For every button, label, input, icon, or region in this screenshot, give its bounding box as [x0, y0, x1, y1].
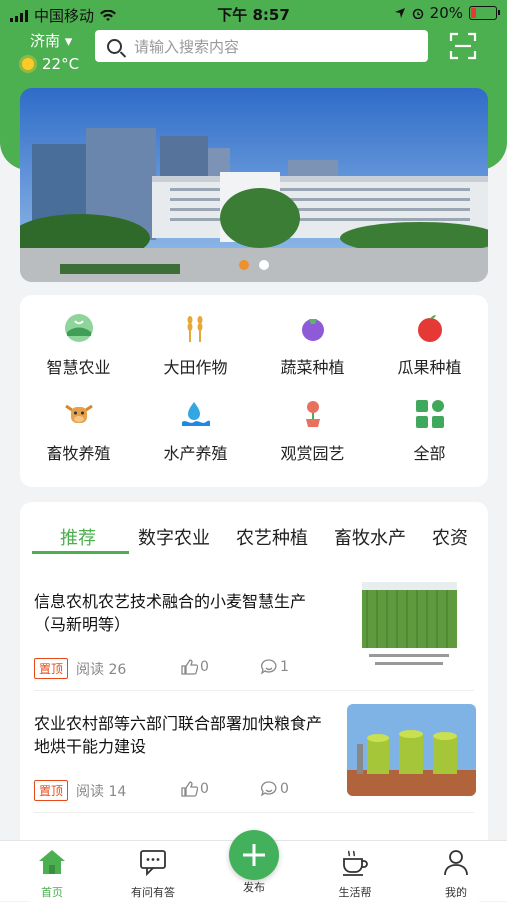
tab-agri-supplies[interactable]: 农资 — [432, 524, 468, 550]
pinned-badge: 置顶 — [34, 780, 69, 801]
grid-icon — [415, 400, 444, 428]
search-icon — [107, 38, 122, 54]
category-label: 水产养殖 — [163, 444, 228, 463]
category-all[interactable]: 全部 — [371, 398, 488, 464]
tab-livestock-aquatic[interactable]: 畜牧水产 — [334, 524, 406, 550]
carousel-indicator — [20, 260, 488, 270]
category-livestock[interactable]: 畜牧养殖 — [20, 398, 137, 464]
category-horticulture[interactable]: 观赏园艺 — [254, 398, 371, 464]
apple-icon — [417, 315, 442, 342]
tab-publish[interactable]: 发布 — [214, 879, 294, 895]
search-placeholder: 请输入搜索内容 — [134, 37, 240, 56]
tab-digital-agriculture[interactable]: 数字农业 — [138, 524, 210, 550]
eggplant-icon — [301, 319, 324, 341]
read-count: 阅读 26 — [76, 661, 127, 678]
coffee-icon — [343, 850, 368, 876]
category-smart-agriculture[interactable]: 智慧农业 — [20, 312, 137, 378]
divider — [34, 812, 474, 813]
comment-button[interactable]: 1 — [260, 658, 289, 676]
tab-label: 首页 — [41, 886, 63, 899]
fish-water-icon — [181, 402, 210, 426]
city-selector[interactable]: 济南 ▾ — [30, 30, 72, 51]
home-icon — [39, 850, 65, 874]
search-bar[interactable]: 请输入搜索内容 — [95, 30, 428, 62]
tab-label: 生活帮 — [338, 886, 372, 899]
article-item[interactable]: 农业农村部等六部门联合部署加快粮食产地烘干能力建设 置顶 阅读 14 0 0 — [20, 704, 488, 834]
tab-mine[interactable]: 我的 — [416, 847, 496, 900]
divider — [34, 690, 474, 691]
category-label: 观赏园艺 — [280, 444, 345, 463]
category-label: 全部 — [413, 444, 446, 463]
carousel-dot[interactable] — [259, 260, 269, 270]
article-thumbnail — [347, 582, 476, 674]
carousel-dot-active[interactable] — [239, 260, 249, 270]
like-count: 0 — [200, 781, 209, 797]
weather-temp: 22°C — [42, 55, 80, 73]
chat-icon — [140, 850, 166, 877]
article-thumbnail — [347, 704, 476, 796]
category-fruits[interactable]: 瓜果种植 — [371, 312, 488, 378]
banner-carousel[interactable] — [20, 88, 488, 282]
sun-icon — [22, 58, 34, 70]
city-name: 济南 — [30, 32, 61, 50]
read-count: 阅读 14 — [76, 783, 127, 800]
tab-agronomy[interactable]: 农艺种植 — [236, 524, 308, 550]
flower-pot-icon — [305, 401, 320, 427]
article-title: 信息农机农艺技术融合的小麦智慧生产（马新明等） — [34, 592, 307, 634]
add-icon[interactable] — [229, 830, 279, 880]
weather: 22°C — [22, 55, 79, 73]
like-button[interactable]: 0 — [180, 780, 209, 798]
tab-label: 我的 — [445, 886, 467, 899]
alarm-icon — [412, 8, 423, 19]
category-aquaculture[interactable]: 水产养殖 — [137, 398, 254, 464]
smart-agriculture-icon — [64, 314, 93, 342]
scan-icon[interactable] — [449, 32, 477, 60]
category-grid: 智慧农业 大田作物 蔬菜种植 瓜果种植 畜牧养殖 水产养殖 观赏园艺 全部 — [20, 295, 488, 487]
user-icon — [444, 850, 468, 876]
status-bar: 中国移动 下午 8:57 20% — [0, 0, 507, 28]
tab-home[interactable]: 首页 — [12, 847, 92, 900]
like-count: 0 — [200, 659, 209, 675]
thumbs-up-icon — [181, 659, 198, 675]
wheat-icon — [187, 316, 202, 342]
category-vegetables[interactable]: 蔬菜种植 — [254, 312, 371, 378]
article-meta: 置顶 阅读 26 — [34, 658, 126, 679]
banner-image — [20, 88, 488, 282]
comment-icon — [260, 659, 277, 675]
article-meta: 置顶 阅读 14 — [34, 780, 126, 801]
tab-qa[interactable]: 有问有答 — [113, 847, 193, 900]
active-tab-underline — [32, 551, 129, 554]
category-label: 智慧农业 — [46, 358, 111, 377]
like-button[interactable]: 0 — [180, 658, 209, 676]
tab-recommend[interactable]: 推荐 — [60, 524, 96, 550]
pinned-badge: 置顶 — [34, 658, 69, 679]
category-label: 瓜果种植 — [397, 358, 462, 377]
location-arrow-icon — [394, 8, 405, 18]
category-label: 蔬菜种植 — [280, 358, 345, 377]
thumbs-up-icon — [181, 781, 198, 797]
tab-label: 发布 — [243, 881, 265, 894]
battery-icon — [469, 6, 500, 20]
category-field-crops[interactable]: 大田作物 — [137, 312, 254, 378]
comment-button[interactable]: 0 — [260, 780, 289, 798]
category-label: 畜牧养殖 — [46, 444, 111, 463]
article-title: 农业农村部等六部门联合部署加快粮食产地烘干能力建设 — [34, 714, 323, 756]
battery-percent: 20% — [429, 4, 463, 22]
status-right: 20% — [394, 4, 500, 22]
comment-count: 1 — [280, 659, 289, 675]
comment-icon — [260, 781, 277, 797]
cow-icon — [64, 404, 93, 423]
article-item[interactable]: 信息农机农艺技术融合的小麦智慧生产（马新明等） 置顶 阅读 26 0 1 — [20, 582, 488, 712]
chevron-down-icon: ▾ — [64, 32, 73, 50]
category-label: 大田作物 — [163, 358, 228, 377]
comment-count: 0 — [280, 781, 289, 797]
tab-life[interactable]: 生活帮 — [315, 847, 395, 900]
tab-label: 有问有答 — [131, 886, 175, 899]
